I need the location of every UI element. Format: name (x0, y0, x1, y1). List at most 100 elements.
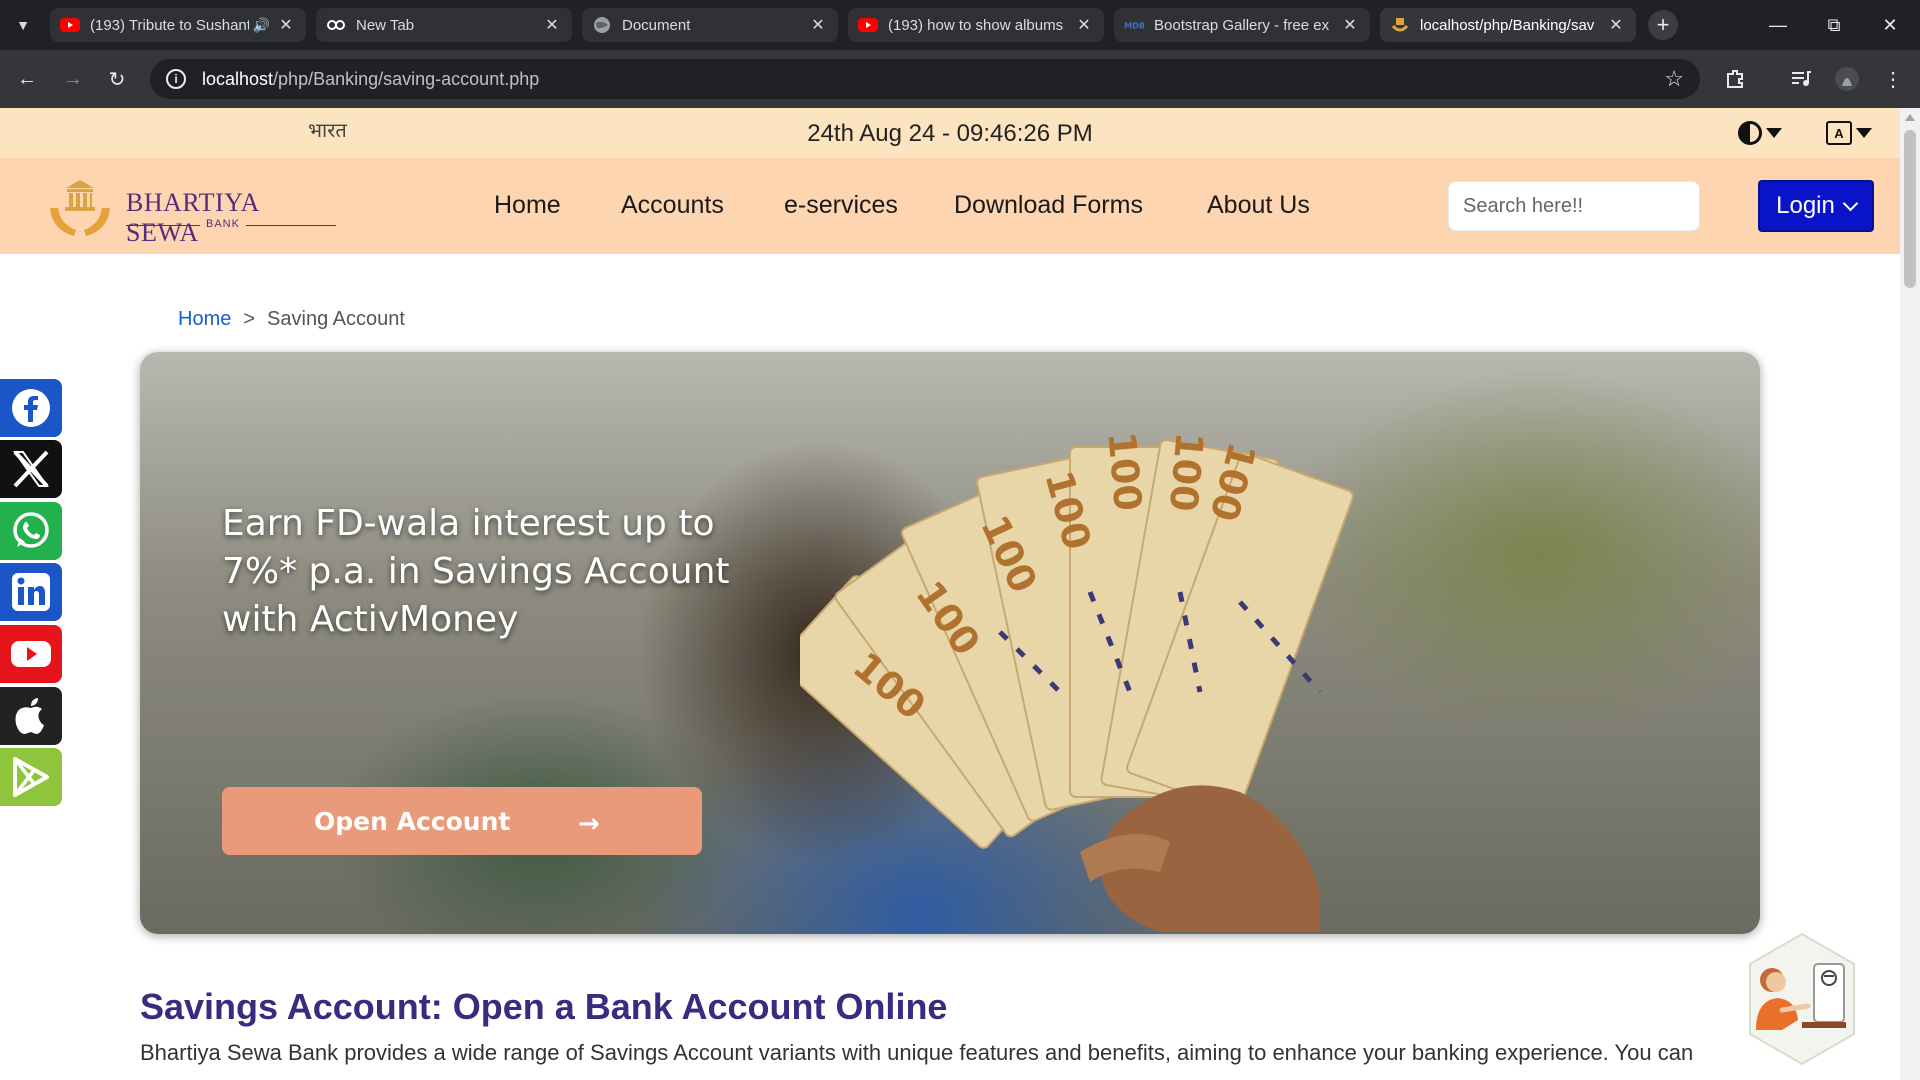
browser-tab[interactable]: MDB Bootstrap Gallery - free ex ✕ (1114, 8, 1370, 42)
browser-tab[interactable]: (193) how to show albums ✕ (848, 8, 1104, 42)
bank-logo[interactable]: BHARTIYA SEWA BANK (46, 172, 336, 247)
back-icon[interactable]: ← (12, 64, 42, 94)
page-viewport: भारत 24th Aug 24 - 09:46:26 PM A BHARTIY… (0, 108, 1900, 1080)
whatsapp-link[interactable] (0, 502, 62, 560)
minimize-icon[interactable]: — (1758, 10, 1798, 40)
section-text: Bhartiya Sewa Bank provides a wide range… (140, 1040, 1694, 1065)
logo-rule-left (126, 225, 200, 226)
tab-close-icon[interactable]: ✕ (808, 15, 828, 35)
nav-e-services[interactable]: e-services (784, 191, 898, 220)
chevron-down-icon (1842, 195, 1859, 211)
contrast-icon (1738, 121, 1762, 145)
scroll-up-icon[interactable] (1905, 114, 1915, 121)
tab-title: Document (622, 16, 691, 34)
infinity-icon (326, 15, 346, 35)
login-button[interactable]: Login (1758, 180, 1874, 232)
breadcrumb-separator: > (243, 308, 256, 330)
url-path: /php/Banking/saving-account.php (273, 68, 540, 89)
restore-icon[interactable]: ⧉ (1814, 10, 1854, 40)
mdb-icon: MDB (1124, 15, 1144, 35)
facebook-icon (12, 389, 50, 427)
facebook-link[interactable] (0, 379, 62, 437)
forward-icon[interactable]: → (58, 64, 88, 94)
apple-link[interactable] (0, 687, 62, 745)
nav-home[interactable]: Home (494, 191, 561, 220)
tab-close-icon[interactable]: ✕ (1606, 15, 1626, 35)
linkedin-link[interactable] (0, 563, 62, 621)
media-control-icon[interactable] (1786, 64, 1816, 94)
caret-down-icon (1856, 128, 1872, 138)
bookmark-star-icon[interactable]: ☆ (1664, 66, 1684, 92)
login-label: Login (1776, 192, 1835, 219)
x-link[interactable] (0, 440, 62, 498)
tab-close-icon[interactable]: ✕ (276, 15, 296, 35)
google-play-icon (13, 757, 49, 797)
tab-close-icon[interactable]: ✕ (1340, 15, 1360, 35)
hero-title: Earn FD-wala interest up to 7%* p.a. in … (222, 503, 730, 640)
tab-title: New Tab (356, 16, 415, 34)
breadcrumb-home[interactable]: Home (178, 308, 231, 331)
scroll-thumb[interactable] (1904, 130, 1916, 288)
main-navbar: BHARTIYA SEWA BANK Home Accounts e-servi… (0, 158, 1900, 254)
linkedin-icon (12, 573, 50, 611)
bank-logo-icon (50, 180, 110, 236)
bank-subtitle: BANK (206, 218, 240, 230)
new-tab-button[interactable]: + (1648, 10, 1678, 40)
apple-icon (15, 698, 44, 734)
translate-icon: A (1826, 121, 1852, 145)
language-toggle[interactable]: A (1826, 121, 1872, 145)
banknotes-fan-image: 100 100 100 100 100 100 100 (800, 430, 1354, 932)
tab-title: (193) how to show albums (888, 16, 1064, 34)
open-account-label: Open Account (314, 806, 511, 836)
theme-toggle[interactable] (1738, 121, 1782, 145)
tab-title: localhost/php/Banking/sav (1420, 16, 1595, 34)
youtube-link[interactable] (0, 625, 62, 683)
caret-down-icon (1766, 128, 1782, 138)
whatsapp-icon (13, 512, 49, 548)
browser-tabstrip: ▼ (193) Tribute to Sushant 🔊 ✕ New Tab ✕… (0, 0, 1920, 50)
google-play-link[interactable] (0, 748, 62, 806)
banknote-value: 100 (1161, 430, 1212, 513)
nav-about-us[interactable]: About Us (1207, 191, 1310, 220)
tab-title: (193) Tribute to Sushant (90, 16, 249, 34)
nav-accounts[interactable]: Accounts (621, 191, 724, 220)
tab-title: Bootstrap Gallery - free ex (1154, 16, 1330, 34)
tab-close-icon[interactable]: ✕ (1074, 15, 1094, 35)
search-input[interactable] (1448, 181, 1700, 231)
nav-download-forms[interactable]: Download Forms (954, 191, 1143, 220)
close-window-icon[interactable]: ✕ (1870, 10, 1910, 40)
breadcrumb-current: Saving Account (267, 308, 405, 330)
breadcrumb: Home > Saving Account (178, 308, 405, 331)
site-info-icon[interactable]: i (166, 69, 186, 89)
browser-tab[interactable]: Document ✕ (582, 8, 838, 42)
audio-icon[interactable]: 🔊 (253, 17, 270, 34)
arrow-right-icon: → (578, 809, 600, 839)
browser-tab[interactable]: New Tab ✕ (316, 8, 572, 42)
profile-avatar[interactable] (1832, 64, 1862, 94)
reload-icon[interactable]: ↻ (102, 64, 132, 94)
current-datetime: 24th Aug 24 - 09:46:26 PM (807, 120, 1093, 147)
tab-search-icon[interactable]: ▼ (10, 12, 36, 38)
youtube-icon (11, 641, 51, 667)
youtube-icon (858, 15, 878, 35)
tab-close-icon[interactable]: ✕ (542, 15, 562, 35)
banknote-value: 100 (1099, 430, 1150, 513)
address-bar[interactable]: i localhost/php/Banking/saving-account.p… (150, 59, 1700, 99)
svg-text:MDB: MDB (1124, 21, 1144, 31)
globe-icon (592, 15, 612, 35)
logo-rule-right (246, 225, 336, 226)
extensions-icon[interactable] (1720, 64, 1750, 94)
browser-tab[interactable]: (193) Tribute to Sushant 🔊 ✕ (50, 8, 306, 42)
url-host: localhost (202, 68, 274, 89)
page-scrollbar[interactable] (1900, 108, 1920, 1080)
chatbot-widget-icon[interactable] (1742, 930, 1862, 1070)
section-title: Savings Account: Open a Bank Account Onl… (140, 986, 948, 1027)
bank-logo-icon (1390, 15, 1410, 35)
menu-icon[interactable]: ⋮ (1878, 64, 1908, 94)
open-account-button[interactable]: Open Account → (222, 787, 702, 855)
browser-tab-active[interactable]: localhost/php/Banking/sav ✕ (1380, 8, 1636, 42)
youtube-icon (60, 15, 80, 35)
x-icon (13, 450, 49, 488)
hero-banner: 100 100 100 100 100 100 100 Earn FD-wala… (140, 352, 1760, 934)
top-info-bar: भारत 24th Aug 24 - 09:46:26 PM A (0, 108, 1900, 158)
